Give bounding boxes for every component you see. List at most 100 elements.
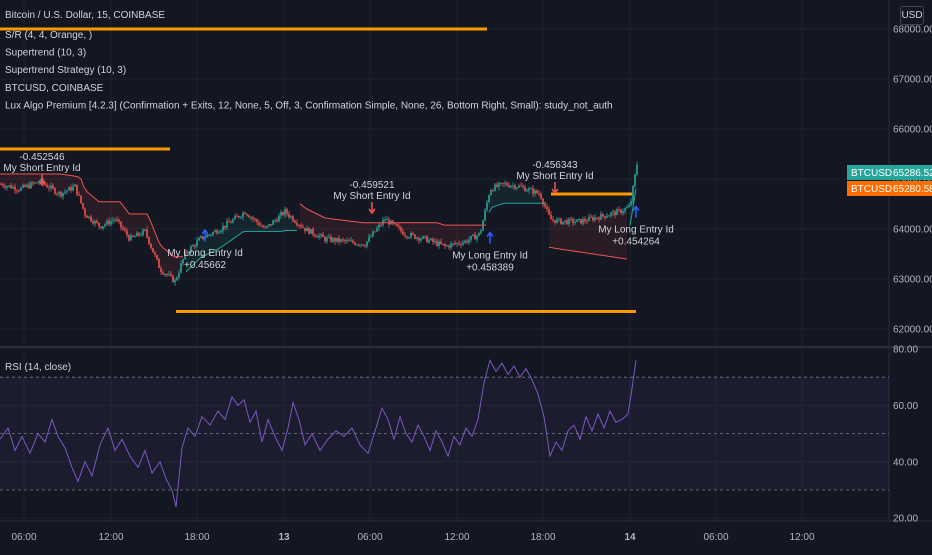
candle-body bbox=[504, 182, 506, 184]
candle-body bbox=[540, 194, 542, 199]
candle-body bbox=[528, 188, 530, 191]
candle-body bbox=[578, 218, 580, 220]
price-tick-label: 64000.00 bbox=[893, 225, 932, 236]
candle-body bbox=[240, 216, 242, 218]
candle-body bbox=[44, 183, 46, 185]
indicator-legend-item: Lux Algo Premium [4.2.3] (Confirmation +… bbox=[5, 100, 613, 111]
candle-body bbox=[370, 236, 372, 238]
signal-label: My Long Entry Id bbox=[598, 225, 674, 236]
candle-body bbox=[4, 186, 6, 188]
candle-body bbox=[24, 184, 26, 187]
candle-body bbox=[456, 243, 458, 245]
candle-body bbox=[36, 182, 38, 184]
candle-body bbox=[598, 218, 600, 220]
candle-body bbox=[258, 222, 260, 226]
candle-body bbox=[74, 184, 76, 187]
candle-body bbox=[530, 188, 532, 190]
candle-body bbox=[198, 237, 200, 241]
last-price-symbol: BTCUSD bbox=[851, 184, 892, 195]
candle-body bbox=[580, 218, 582, 224]
time-tick-label: 18:00 bbox=[184, 532, 209, 543]
candle-body bbox=[192, 245, 194, 247]
candle-body bbox=[58, 191, 60, 194]
candle-body bbox=[546, 206, 548, 209]
candle-body bbox=[134, 236, 136, 238]
candle-body bbox=[468, 239, 470, 243]
candle-body bbox=[312, 229, 314, 235]
candle-body bbox=[138, 232, 140, 236]
candle-body bbox=[464, 240, 466, 243]
candle-body bbox=[458, 243, 460, 245]
candle-body bbox=[136, 232, 138, 237]
candle-body bbox=[626, 207, 628, 209]
candle-body bbox=[564, 220, 566, 222]
time-tick-label: 18:00 bbox=[530, 532, 555, 543]
candle-body bbox=[122, 227, 124, 230]
price-tick-label: 63000.00 bbox=[893, 275, 932, 286]
candle-body bbox=[630, 201, 632, 206]
candle-body bbox=[520, 185, 522, 187]
candle-body bbox=[22, 184, 24, 188]
candle-body bbox=[572, 219, 574, 223]
candle-body bbox=[556, 219, 558, 223]
candle-body bbox=[524, 186, 526, 192]
candle-body bbox=[538, 193, 540, 195]
rsi-tick-label: 80.00 bbox=[893, 345, 918, 356]
candle-body bbox=[614, 211, 616, 216]
candle-body bbox=[102, 226, 104, 229]
candle-body bbox=[568, 218, 570, 225]
candle-body bbox=[412, 233, 414, 235]
signal-value: +0.458389 bbox=[466, 263, 514, 274]
candle-body bbox=[292, 216, 294, 221]
time-tick-label: 06:00 bbox=[11, 532, 36, 543]
candle-body bbox=[512, 185, 514, 187]
candle-body bbox=[584, 219, 586, 222]
candle-body bbox=[526, 190, 528, 192]
time-tick-label: 06:00 bbox=[357, 532, 382, 543]
candle-body bbox=[444, 244, 446, 247]
signal-value: -0.459521 bbox=[349, 180, 394, 191]
candle-body bbox=[118, 219, 120, 222]
candle-body bbox=[476, 235, 478, 240]
candle-body bbox=[12, 186, 14, 189]
chart-svg[interactable]: -0.452546My Short Entry Id-0.459521My Sh… bbox=[0, 0, 932, 550]
candle-body bbox=[488, 195, 490, 203]
candle-body bbox=[416, 237, 418, 239]
time-tick-label: 12:00 bbox=[444, 532, 469, 543]
candle-body bbox=[302, 227, 304, 229]
last-price-value: 65286.52 bbox=[893, 168, 932, 179]
candle-body bbox=[228, 221, 230, 223]
candle-body bbox=[604, 215, 606, 218]
candle-body bbox=[364, 245, 366, 247]
rsi-tick-label: 20.00 bbox=[893, 514, 918, 525]
candle-body bbox=[536, 190, 538, 194]
candle-body bbox=[284, 209, 286, 215]
candle-body bbox=[406, 236, 408, 238]
currency-button[interactable]: USD bbox=[900, 6, 924, 25]
candle-body bbox=[362, 244, 364, 246]
candle-body bbox=[408, 237, 410, 239]
candle-body bbox=[222, 225, 224, 231]
candle-body bbox=[210, 234, 212, 236]
chart-area[interactable]: -0.452546 My Short Entry Id -0.459521 My Sh… bbox=[0, 0, 932, 550]
candle-body bbox=[342, 239, 344, 241]
candle-body bbox=[576, 219, 578, 222]
candle-body bbox=[562, 221, 564, 225]
candle-body bbox=[300, 225, 302, 228]
candle-body bbox=[150, 243, 152, 248]
time-tick-label: 12:00 bbox=[98, 532, 123, 543]
candle-body bbox=[620, 209, 622, 214]
candle-body bbox=[398, 226, 400, 228]
candle-body bbox=[436, 241, 438, 246]
candle-body bbox=[16, 190, 18, 192]
candle-body bbox=[2, 184, 4, 187]
candle-body bbox=[344, 240, 346, 242]
candle-body bbox=[350, 240, 352, 242]
candle-body bbox=[86, 215, 88, 218]
candle-body bbox=[624, 208, 626, 212]
candle-body bbox=[628, 205, 630, 208]
candle-body bbox=[404, 234, 406, 237]
candle-body bbox=[372, 231, 374, 237]
candle-body bbox=[328, 236, 330, 238]
candle-body bbox=[332, 238, 334, 242]
